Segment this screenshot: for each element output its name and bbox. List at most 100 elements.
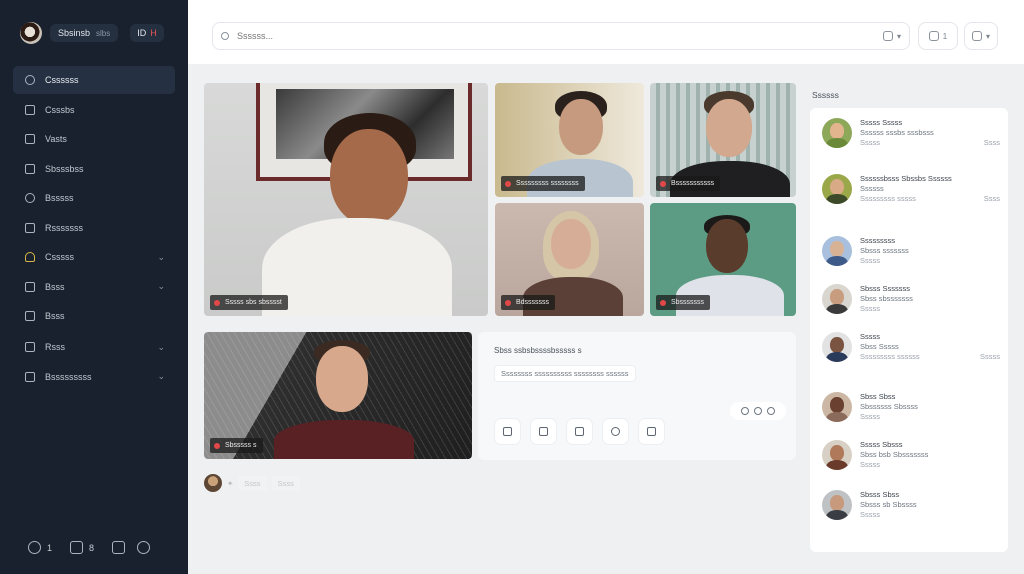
sidebar-header: Sbsinsb slbs ID H [0,0,188,44]
app-logo[interactable] [20,22,42,44]
sidebar-item-4[interactable]: Bsssss [13,184,175,212]
status-pill[interactable]: ID H [130,24,164,42]
participant-status: Sssss [860,304,881,313]
participant-name: Sssss Sbsss [860,440,903,449]
search-input[interactable] [237,31,883,41]
avatar [822,440,852,470]
participant-role: Sbss Sssss [860,342,899,351]
fullscreen-icon[interactable] [754,407,762,415]
workspace-sub: slbs [96,28,111,38]
participant-name: Sbsssssss [671,299,705,306]
sidebar-item-label: Sbsssbss [45,163,84,174]
sidebar-item-label: Bsssssssss [45,371,92,382]
record-button[interactable] [602,418,629,445]
settings-icon[interactable] [137,541,151,554]
video-tile-2[interactable]: Sssssssss ssssssss [495,83,644,197]
participant-video [262,113,452,316]
account-button[interactable]: ▾ [964,22,998,50]
participant-name: Bsssssssssss [671,180,715,187]
more-button[interactable] [638,418,665,445]
participant-name: Sssss Sssss [860,118,903,127]
user-icon [971,31,982,41]
participant-role: Ssssss [860,184,884,193]
participant-role: Sbss bsb Sbsssssss [860,450,929,459]
chat-icon[interactable] [28,541,41,554]
pill-h: H [150,28,157,38]
mic-button[interactable] [530,418,557,445]
video-tile-5[interactable]: Sbsssssss [650,203,796,316]
sidebar-item-0[interactable]: Cssssss [13,66,175,94]
video-tile-3[interactable]: Bsssssssssss [650,83,796,197]
monitor-icon [25,311,35,321]
participant-row[interactable]: Sbss Sbss Sbssssss Sbssss Sssss [822,392,1000,422]
video-label: Sbsssss s [210,438,263,453]
sidebar-item-6[interactable]: Csssss ⌄ [13,243,175,271]
participant-row[interactable]: Sbsss Sssssss Sbss sbsssssss Sssss [822,284,1000,314]
status-chip[interactable]: Ssss [238,475,267,491]
sidebar: Sbsinsb slbs ID H Cssssss Csssbs Vasts S… [0,0,188,574]
sidebar-item-8[interactable]: Bsss [13,302,175,330]
sidebar-item-2[interactable]: Vasts [13,125,175,153]
sidebar-item-5[interactable]: Rsssssss [13,214,175,242]
video-label: Sssssssss ssssssss [501,176,585,191]
video-label: Sbsssssss [656,295,711,310]
avatar [822,490,852,520]
filter-icon [882,31,893,41]
more-icon[interactable] [767,407,775,415]
participant-role: Ssssss sssbs sssbsss [860,128,934,137]
status-chip[interactable]: Ssss [271,475,300,491]
avatar[interactable] [204,474,222,492]
self-view-row: ✦ Ssss Ssss [204,474,300,492]
sidebar-item-7[interactable]: Bsss ⌄ [13,273,175,301]
video-tile-main[interactable]: Sssss sbs sbsssst [204,83,488,316]
avatar [822,118,852,148]
participant-row[interactable]: Sssss Sssss Ssssss sssbs sssbsss Sssss Ss… [822,118,1000,148]
pill-id: ID [137,28,147,38]
participant-status: Sssssssss sssss [860,194,916,203]
participant-row[interactable]: Sssss Sbss Sssss Sssssssss ssssss Sssss [822,332,1000,362]
sidebar-item-3[interactable]: Sbsssbss [13,155,175,183]
view-options[interactable] [730,402,786,420]
grid-icon[interactable] [70,541,84,554]
mute-button[interactable] [494,418,521,445]
meeting-info-chip[interactable]: Ssssssss ssssssssss ssssssss ssssss [494,365,636,382]
search-filter[interactable]: ▾ [882,31,901,41]
participant-role: Sbssssss Sbssss [860,402,918,411]
participant-role: Sbsss sb Sbssss [860,500,917,509]
search-bar[interactable]: ▾ [212,22,910,50]
filter-chevron: ▾ [896,31,901,41]
avatar [822,174,852,204]
account-chevron: ▾ [985,31,990,41]
control-buttons [494,418,665,445]
clock-icon [25,193,35,203]
notifications-button[interactable]: 1 [918,22,958,50]
more-icon [647,427,656,436]
calendar-icon [25,104,35,115]
sidebar-nav: Cssssss Csssbs Vasts Sbsssbss Bsssss Rss… [0,66,188,391]
participant-name: Bdsssssss [516,299,550,306]
folder-icon [25,163,35,174]
share-button[interactable] [566,418,593,445]
participant-row[interactable]: Sssssssss Sbsss sssssss Sssss [822,236,1000,266]
users-icon [25,342,35,352]
camera-icon[interactable] [112,541,126,554]
participant-name: Ssssssbsss Sbssbs Ssssss [860,174,952,183]
mic-icon [539,427,548,436]
video-label: Bdsssssss [501,295,556,310]
pin-icon[interactable]: ✦ [227,479,233,488]
layout-icon[interactable] [741,407,749,415]
sidebar-item-10[interactable]: Bsssssssss ⌄ [13,363,175,391]
participant-row[interactable]: Ssssssbsss Sbssbs Ssssss Ssssss Ssssssss… [822,174,1000,204]
avatar [822,392,852,422]
avatar [822,332,852,362]
video-tile-4[interactable]: Bdsssssss [495,203,644,316]
participant-role: Sbsss sssssss [860,246,909,255]
participant-row[interactable]: Sbsss Sbss Sbsss sb Sbssss Sssss [822,490,1000,520]
workspace-switcher[interactable]: Sbsinsb slbs [50,24,119,42]
notifications-count: 1 [942,31,948,41]
video-tile-6[interactable]: Sbsssss s [204,332,472,459]
sidebar-item-9[interactable]: Rsss ⌄ [13,333,175,361]
sidebar-item-1[interactable]: Csssbs [13,96,175,124]
participant-row[interactable]: Sssss Sbsss Sbss bsb Sbsssssss Sssss [822,440,1000,470]
grid-count: 8 [89,542,95,553]
